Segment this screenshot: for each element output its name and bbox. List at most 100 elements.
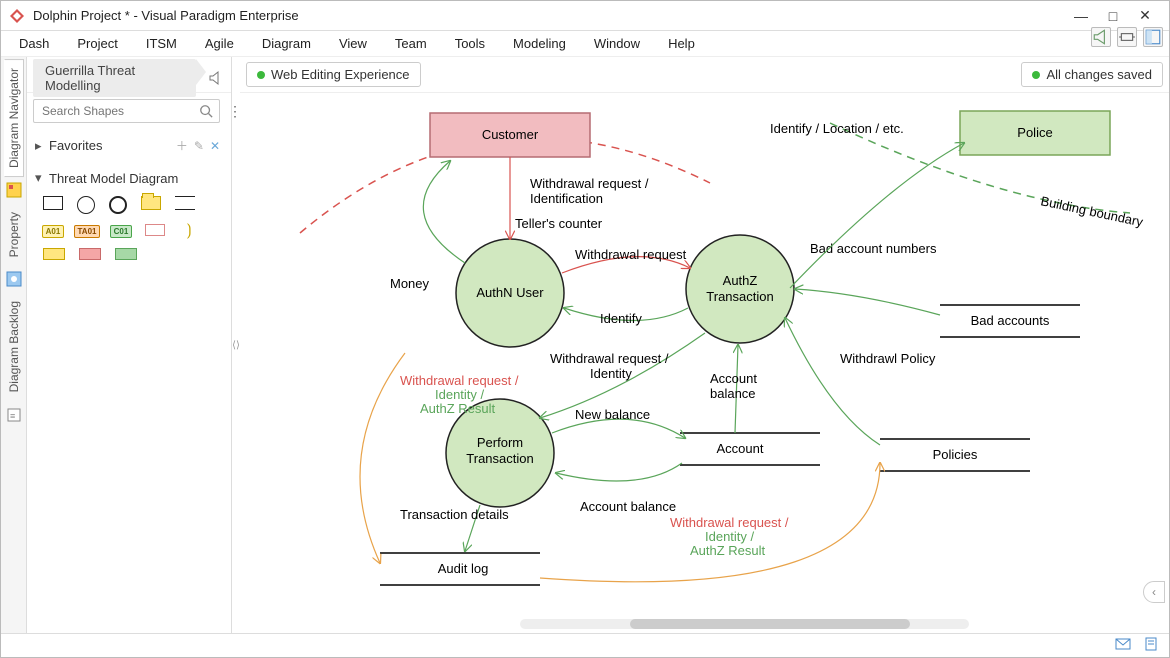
canvas-wrap: Web Editing Experience All changes saved — [240, 57, 1169, 633]
menubar: Dash Project ITSM Agile Diagram View Tea… — [1, 31, 1169, 57]
menu-diagram[interactable]: Diagram — [248, 32, 325, 55]
announce-icon[interactable] — [206, 68, 225, 88]
label-withdraw-req: Withdrawal request — [575, 247, 687, 262]
status-dot-icon — [257, 71, 265, 79]
shape-palette: A01 TA01 C01 ⟯ — [35, 190, 223, 270]
label-customer: Customer — [482, 127, 539, 142]
favorites-edit-icon[interactable]: ✎ — [194, 139, 204, 153]
favorites-label: Favorites — [49, 138, 102, 153]
flow-money[interactable] — [423, 161, 465, 263]
search-shapes-box[interactable] — [33, 99, 220, 123]
label-ab1: Account — [710, 371, 757, 386]
palette-yellow-tag[interactable] — [43, 248, 65, 260]
menu-view[interactable]: View — [325, 32, 381, 55]
label-authn: AuthN User — [476, 285, 544, 300]
label-money: Money — [390, 276, 430, 291]
favorites-section: ▸ Favorites ＋ ✎ ✕ — [27, 129, 231, 162]
canvas-header: Web Editing Experience All changes saved — [240, 57, 1169, 93]
breadcrumb-chip[interactable]: Guerrilla Threat Modelling — [33, 59, 196, 97]
rail-tab-property[interactable]: Property — [4, 203, 24, 266]
menu-itsm[interactable]: ITSM — [132, 32, 191, 55]
maximize-button[interactable]: □ — [1097, 1, 1129, 31]
collapse-bubble[interactable]: ‹ — [1143, 581, 1165, 603]
favorites-header[interactable]: ▸ Favorites ＋ ✎ ✕ — [35, 133, 223, 158]
palette-green-tag[interactable] — [115, 248, 137, 260]
label-txn-details: Transaction details — [400, 507, 509, 522]
app-logo-icon — [9, 8, 25, 24]
flow-police[interactable] — [790, 143, 964, 288]
search-row: ⋮ — [27, 93, 231, 129]
mail-icon[interactable] — [1115, 636, 1131, 655]
label-or1b: Identity / — [435, 387, 485, 402]
palette-circle[interactable] — [77, 196, 95, 214]
label-or2b: Identity / — [705, 529, 755, 544]
diagram-canvas[interactable]: Building boundary Customer Police AuthN … — [240, 93, 1169, 633]
search-input[interactable] — [40, 103, 199, 119]
label-or1c: AuthZ Result — [420, 401, 496, 416]
label-or2a: Withdrawal request / — [670, 515, 789, 530]
flow-policy[interactable] — [785, 318, 880, 445]
save-dot-icon — [1032, 71, 1040, 79]
minimize-button[interactable]: — — [1065, 1, 1097, 31]
label-authz-l2: Transaction — [706, 289, 773, 304]
flow-badaccts[interactable] — [795, 289, 940, 315]
palette-rect[interactable] — [43, 196, 63, 210]
splitter[interactable]: ⟨⟩ — [232, 57, 240, 633]
menu-dash[interactable]: Dash — [5, 32, 63, 55]
label-account[interactable]: Account — [717, 441, 764, 456]
label-policies[interactable]: Policies — [933, 447, 978, 462]
palette-badge-ta01[interactable]: TA01 — [74, 225, 101, 238]
favorites-close-icon[interactable]: ✕ — [210, 139, 220, 153]
menu-window[interactable]: Window — [580, 32, 654, 55]
flow-orange-left[interactable] — [360, 353, 405, 563]
menu-project[interactable]: Project — [63, 32, 131, 55]
palette-circle-bold[interactable] — [109, 196, 127, 214]
palette-badge-a01[interactable]: A01 — [42, 225, 65, 238]
label-perform-l1: Perform — [477, 435, 523, 450]
note-icon[interactable] — [1143, 636, 1159, 655]
label-ab2: balance — [710, 386, 756, 401]
menu-help[interactable]: Help — [654, 32, 709, 55]
palette-section: ▾ Threat Model Diagram A01 TA01 C01 ⟯ — [27, 162, 231, 274]
save-label: All changes saved — [1046, 67, 1152, 82]
fit-icon[interactable] — [1117, 27, 1137, 47]
label-wri1: Withdrawal request / — [530, 176, 649, 191]
rail-diagram-icon — [5, 181, 23, 199]
menu-team[interactable]: Team — [381, 32, 441, 55]
label-teller: Teller's counter — [515, 216, 603, 231]
palette-curve[interactable]: ⟯ — [179, 224, 199, 238]
close-button[interactable]: ✕ — [1129, 1, 1161, 31]
menu-tools[interactable]: Tools — [441, 32, 499, 55]
rail-tab-diagram-navigator[interactable]: Diagram Navigator — [4, 59, 24, 177]
palette-label: Threat Model Diagram — [49, 171, 178, 186]
label-policy: Withdrawl Policy — [840, 351, 936, 366]
content: Diagram Navigator Property Diagram Backl… — [1, 57, 1169, 633]
panes-icon[interactable] — [1143, 27, 1163, 47]
favorites-add-icon[interactable]: ＋ — [176, 137, 188, 154]
palette-red-tag[interactable] — [79, 248, 101, 260]
save-indicator: All changes saved — [1021, 62, 1163, 87]
label-authz-l1: AuthZ — [723, 273, 758, 288]
rail-property-icon — [5, 270, 23, 288]
label-police: Police — [1017, 125, 1052, 140]
palette-header[interactable]: ▾ Threat Model Diagram — [35, 166, 223, 190]
feedback-icon[interactable] — [1091, 27, 1111, 47]
menu-modeling[interactable]: Modeling — [499, 32, 580, 55]
palette-badge-c01[interactable]: C01 — [110, 225, 133, 238]
label-or1a: Withdrawal request / — [400, 373, 519, 388]
palette-pinkrect[interactable] — [145, 224, 165, 236]
label-bad-accounts[interactable]: Bad accounts — [971, 313, 1050, 328]
h-scroll-thumb[interactable] — [630, 619, 910, 629]
flow-acctbal-back[interactable] — [556, 463, 682, 481]
label-identify-loc: Identify / Location / etc. — [770, 121, 904, 136]
label-audit-log[interactable]: Audit log — [438, 561, 489, 576]
svg-text:≡: ≡ — [10, 411, 15, 421]
label-perform-l2: Transaction — [466, 451, 533, 466]
canvas-tab[interactable]: Web Editing Experience — [246, 62, 421, 87]
palette-folder[interactable] — [141, 196, 161, 210]
label-acctbal: Account balance — [580, 499, 676, 514]
rail-tab-diagram-backlog[interactable]: Diagram Backlog — [4, 292, 24, 401]
palette-datastore[interactable] — [175, 196, 195, 210]
window-title: Dolphin Project * - Visual Paradigm Ente… — [33, 8, 1065, 23]
menu-agile[interactable]: Agile — [191, 32, 248, 55]
